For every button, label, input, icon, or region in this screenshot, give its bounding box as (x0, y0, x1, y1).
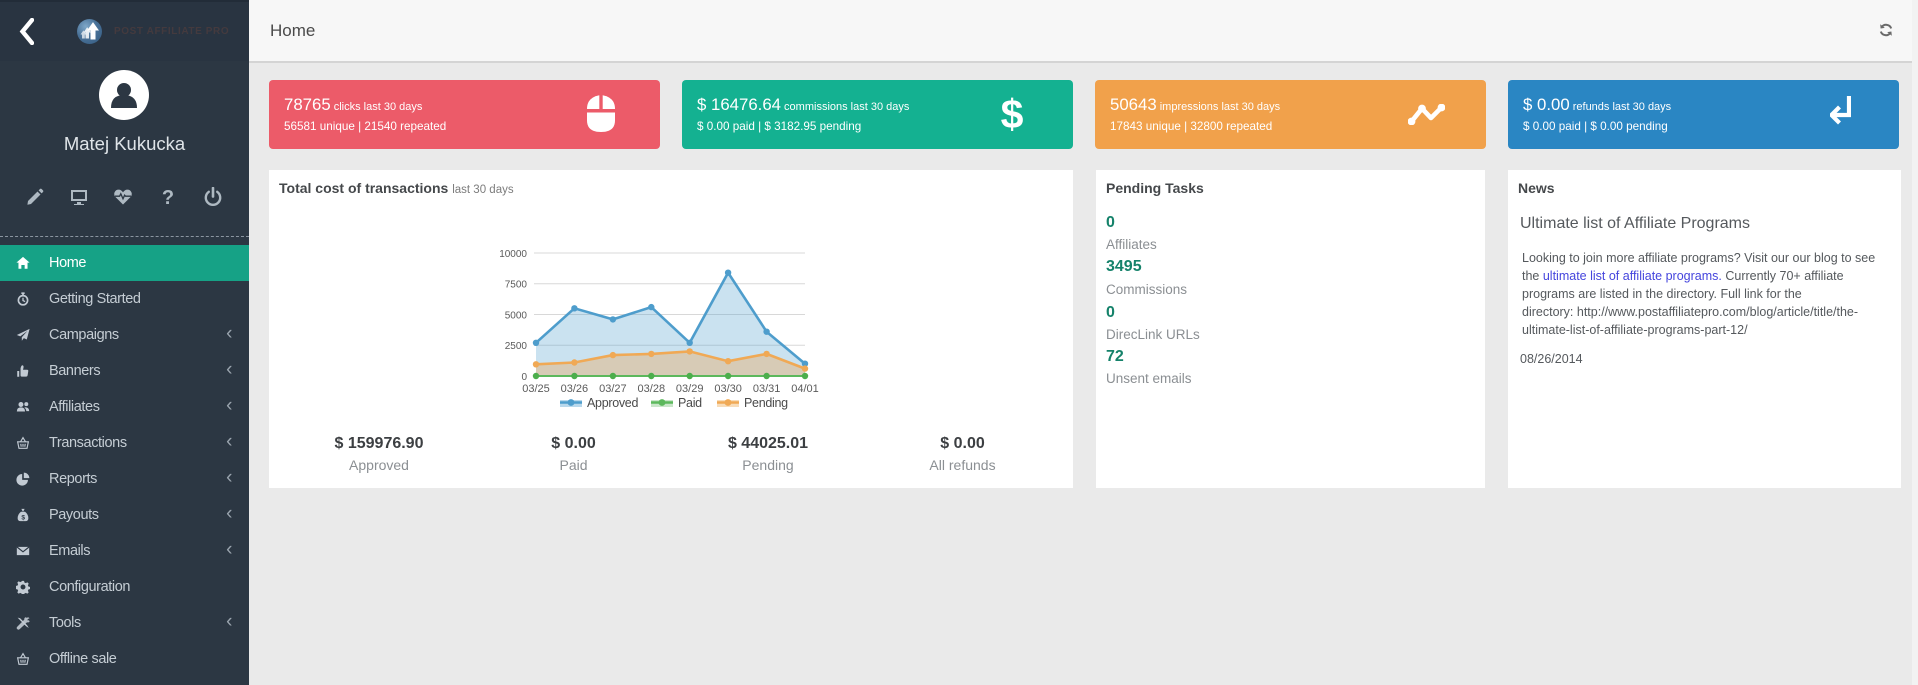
svg-text:03/30: 03/30 (714, 383, 742, 395)
svg-text:03/26: 03/26 (561, 383, 589, 395)
svg-text:03/29: 03/29 (676, 383, 704, 395)
svg-text:Pending: Pending (744, 396, 788, 410)
svg-text:03/31: 03/31 (753, 383, 781, 395)
svg-text:03/25: 03/25 (522, 383, 550, 395)
svg-text:$: $ (1001, 94, 1024, 134)
svg-text:03/27: 03/27 (599, 383, 627, 395)
svg-text:04/01: 04/01 (791, 383, 819, 395)
svg-text:7500: 7500 (505, 280, 528, 291)
svg-text:Paid: Paid (678, 396, 702, 410)
svg-text:10000: 10000 (499, 249, 527, 260)
svg-text:?: ? (162, 187, 174, 207)
svg-text:0: 0 (521, 372, 527, 383)
svg-text:03/28: 03/28 (638, 383, 666, 395)
svg-text:2500: 2500 (505, 341, 528, 352)
svg-text:Approved: Approved (587, 396, 638, 410)
svg-text:5000: 5000 (505, 311, 528, 322)
